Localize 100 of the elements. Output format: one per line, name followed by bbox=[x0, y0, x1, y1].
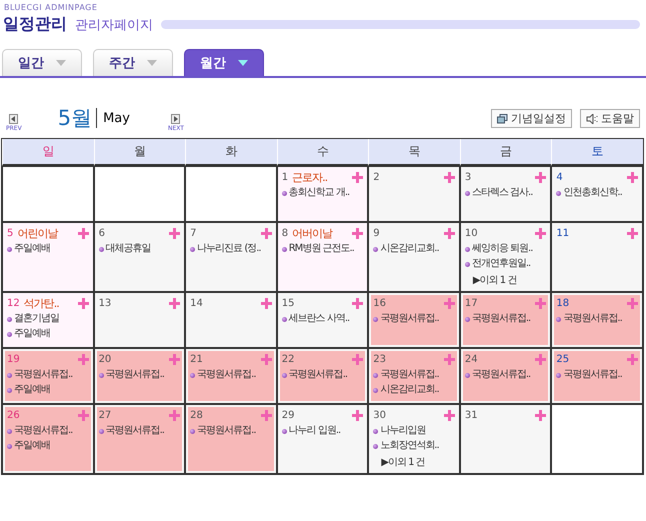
add-icon[interactable] bbox=[169, 228, 180, 238]
add-icon[interactable] bbox=[78, 298, 89, 308]
event-link[interactable]: 국평원서류접.. bbox=[197, 369, 256, 381]
add-icon[interactable] bbox=[626, 298, 638, 308]
day-number: 24 bbox=[464, 354, 478, 364]
view-tab[interactable]: 일간 bbox=[2, 49, 82, 76]
event-link[interactable]: 나누리 입원.. bbox=[288, 425, 340, 437]
event-link[interactable]: 시온감리교회.. bbox=[380, 384, 439, 396]
add-icon[interactable] bbox=[535, 298, 546, 308]
add-icon[interactable] bbox=[169, 298, 180, 308]
add-icon[interactable] bbox=[169, 410, 180, 420]
day-number: 5 bbox=[7, 228, 14, 238]
event-link[interactable]: 세브란스 사역.. bbox=[288, 313, 350, 325]
event-link[interactable]: 국평원서류접.. bbox=[14, 369, 72, 381]
bullet-icon bbox=[556, 317, 562, 322]
add-icon[interactable] bbox=[626, 354, 638, 364]
weekday-header: 월 bbox=[94, 139, 186, 166]
day-number: 8 bbox=[282, 228, 288, 238]
add-icon[interactable] bbox=[260, 298, 272, 308]
bullet-icon bbox=[373, 444, 378, 449]
bullet-icon bbox=[373, 317, 378, 322]
event-link[interactable]: 전개연후원일.. bbox=[472, 258, 530, 270]
add-icon[interactable] bbox=[444, 354, 455, 364]
event-link[interactable]: 쎄잉히응 퇴원.. bbox=[472, 243, 532, 255]
event-link[interactable]: 총회신학교 개.. bbox=[288, 187, 350, 199]
add-icon[interactable] bbox=[78, 228, 89, 238]
event-link[interactable]: 국평원서류접.. bbox=[380, 369, 439, 381]
holiday-label: 어버이날 bbox=[292, 226, 332, 240]
add-icon[interactable] bbox=[78, 410, 89, 420]
event-link[interactable]: 국평원서류접.. bbox=[14, 425, 72, 437]
add-icon[interactable] bbox=[352, 172, 364, 182]
event-link[interactable]: 국평원서류접.. bbox=[563, 369, 622, 381]
add-icon[interactable] bbox=[626, 228, 638, 238]
event-link[interactable]: 주일예배 bbox=[14, 384, 50, 396]
bullet-icon bbox=[282, 191, 287, 196]
event-link[interactable]: 노회장연석회.. bbox=[380, 440, 439, 452]
more-link[interactable]: ▶이외 1 건 bbox=[373, 454, 455, 470]
day-number: 3 bbox=[464, 172, 472, 182]
event-link[interactable]: 결혼기념일 bbox=[14, 313, 59, 325]
day-number: 4 bbox=[556, 172, 563, 182]
add-icon[interactable] bbox=[260, 354, 272, 364]
event-link[interactable]: 국평원서류접.. bbox=[380, 313, 439, 325]
add-icon[interactable] bbox=[169, 354, 180, 364]
add-icon[interactable] bbox=[444, 228, 455, 238]
day-number: 14 bbox=[190, 298, 203, 308]
bullet-icon bbox=[556, 373, 562, 378]
weekday-header: 토 bbox=[551, 139, 643, 166]
dropdown-arrow-icon bbox=[238, 60, 248, 66]
event-link[interactable]: 국평원서류접.. bbox=[106, 369, 164, 381]
month-title: 5월 bbox=[58, 105, 92, 132]
event-link[interactable]: 국평원서류접.. bbox=[563, 313, 622, 325]
add-icon[interactable] bbox=[352, 228, 364, 238]
page-title: 일정관리 bbox=[3, 14, 67, 35]
day-number: 19 bbox=[7, 354, 20, 364]
event-link[interactable]: 나누리입원 bbox=[380, 425, 426, 437]
help-button[interactable]: 도움말 bbox=[580, 109, 640, 128]
day-number: 16 bbox=[373, 298, 386, 308]
add-icon[interactable] bbox=[444, 298, 455, 308]
add-icon[interactable] bbox=[535, 228, 546, 238]
add-icon[interactable] bbox=[260, 228, 272, 238]
add-icon[interactable] bbox=[535, 172, 546, 182]
view-tab[interactable]: 월간 bbox=[184, 49, 264, 76]
add-icon[interactable] bbox=[535, 354, 546, 364]
add-icon[interactable] bbox=[444, 172, 455, 182]
view-tab[interactable]: 주간 bbox=[93, 49, 173, 76]
bullet-icon bbox=[464, 262, 470, 267]
event-link[interactable]: 국평원서류접.. bbox=[472, 369, 530, 381]
event-link[interactable]: 국평원서류접.. bbox=[288, 369, 348, 381]
add-icon[interactable] bbox=[352, 410, 364, 420]
holiday-label: 석가탄.. bbox=[24, 296, 59, 310]
day-number: 12 bbox=[7, 298, 20, 308]
day-number: 23 bbox=[373, 354, 386, 364]
left-arrow-icon bbox=[9, 114, 18, 124]
day-number: 6 bbox=[98, 228, 105, 238]
event-link[interactable]: 주일예배 bbox=[14, 328, 50, 340]
add-icon[interactable] bbox=[626, 172, 638, 182]
add-icon[interactable] bbox=[535, 410, 546, 420]
windows-icon bbox=[497, 114, 508, 124]
event-link[interactable]: 주일예배 bbox=[14, 440, 50, 452]
event-link[interactable]: 국평원서류접.. bbox=[106, 425, 164, 437]
event-link[interactable]: 시온감리교회.. bbox=[380, 243, 439, 255]
add-icon[interactable] bbox=[352, 354, 364, 364]
add-icon[interactable] bbox=[352, 298, 364, 308]
bullet-icon bbox=[282, 373, 287, 378]
add-icon[interactable] bbox=[260, 410, 272, 420]
event-link[interactable]: 국평원서류접.. bbox=[197, 425, 256, 437]
event-link[interactable]: 대체공휴일 bbox=[106, 243, 151, 255]
day-number: 18 bbox=[556, 298, 570, 308]
event-link[interactable]: 스타렉스 검사.. bbox=[472, 187, 532, 199]
bullet-icon bbox=[7, 247, 12, 252]
event-link[interactable]: 국평원서류접.. bbox=[472, 313, 530, 325]
anniversary-button[interactable]: 기념일설정 bbox=[491, 109, 572, 128]
event-link[interactable]: RM병원 근전도.. bbox=[288, 243, 354, 255]
add-icon[interactable] bbox=[444, 410, 455, 420]
more-link[interactable]: ▶이외 1 건 bbox=[464, 272, 546, 288]
event-link[interactable]: 인천총회신학.. bbox=[563, 187, 622, 199]
event-link[interactable]: 주일예배 bbox=[14, 243, 50, 255]
bullet-icon bbox=[373, 247, 378, 252]
add-icon[interactable] bbox=[78, 354, 89, 364]
event-link[interactable]: 나누리진료 (정.. bbox=[197, 243, 261, 255]
